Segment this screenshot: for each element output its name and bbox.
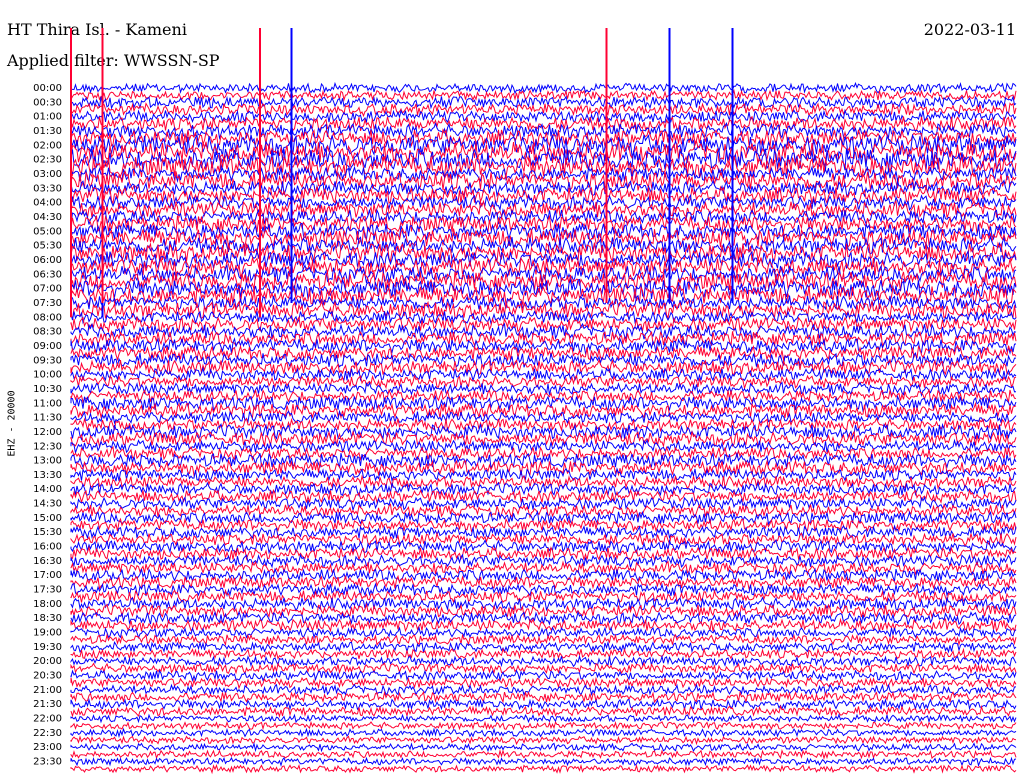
trace-0 <box>70 81 1017 95</box>
trace-78 <box>70 640 1017 654</box>
time-label: 17:30 <box>33 585 62 596</box>
seismogram-plot: 00:00 00:30 01:00 01:30 02:00 02:30 03:00 03:30… <box>33 28 1017 775</box>
time-label: 07:00 <box>33 284 62 295</box>
time-label: 18:00 <box>33 599 62 610</box>
time-label: 01:00 <box>33 112 62 123</box>
time-label: 22:30 <box>33 728 62 739</box>
time-label: 02:30 <box>33 155 62 166</box>
trace-77 <box>70 633 1017 647</box>
time-label: 20:00 <box>33 656 62 667</box>
trace-64 <box>70 538 1017 555</box>
time-label: 03:30 <box>33 183 62 194</box>
time-label: 06:30 <box>33 269 62 280</box>
trace-84 <box>70 683 1017 697</box>
trace-79 <box>70 647 1017 661</box>
time-label: 01:30 <box>33 126 62 137</box>
time-label: 12:30 <box>33 441 62 452</box>
time-label: 13:30 <box>33 470 62 481</box>
time-label: 09:00 <box>33 341 62 352</box>
time-label: 02:00 <box>33 140 62 151</box>
time-label: 07:30 <box>33 298 62 309</box>
time-label: 21:30 <box>33 699 62 710</box>
time-label: 14:00 <box>33 484 62 495</box>
time-label: 11:00 <box>33 398 62 409</box>
time-label: 15:00 <box>33 513 62 524</box>
time-label: 00:30 <box>33 97 62 108</box>
time-label: 14:30 <box>33 499 62 510</box>
time-label: 20:30 <box>33 671 62 682</box>
trace-1 <box>70 89 1017 102</box>
time-label: 19:30 <box>33 642 62 653</box>
time-label: 13:00 <box>33 456 62 467</box>
trace-70 <box>70 582 1017 598</box>
time-label: 11:30 <box>33 413 62 424</box>
trace-90 <box>70 727 1017 739</box>
trace-47 <box>70 417 1017 433</box>
time-label: 12:00 <box>33 427 62 438</box>
time-label: 10:30 <box>33 384 62 395</box>
time-label: 08:00 <box>33 312 62 323</box>
trace-95 <box>70 763 1017 775</box>
trace-41 <box>70 374 1017 391</box>
time-label: 17:00 <box>33 570 62 581</box>
time-label-layer: 00:00 00:30 01:00 01:30 02:00 02:30 03:00 03:30… <box>33 83 62 768</box>
time-label: 18:30 <box>33 613 62 624</box>
time-label: 05:00 <box>33 226 62 237</box>
trace-85 <box>70 690 1017 704</box>
time-label: 10:00 <box>33 370 62 381</box>
trace-89 <box>70 720 1017 731</box>
time-label: 16:30 <box>33 556 62 567</box>
trace-88 <box>70 713 1017 724</box>
trace-83 <box>70 676 1017 690</box>
trace-layer <box>70 81 1017 775</box>
time-label: 05:30 <box>33 241 62 252</box>
time-label: 21:00 <box>33 685 62 696</box>
trace-63 <box>70 531 1017 548</box>
time-label: 23:30 <box>33 757 62 768</box>
time-label: 23:00 <box>33 742 62 753</box>
time-label: 19:00 <box>33 628 62 639</box>
trace-93 <box>70 749 1017 760</box>
trace-57 <box>70 488 1017 505</box>
time-label: 15:30 <box>33 527 62 538</box>
time-label: 08:30 <box>33 327 62 338</box>
time-label: 16:00 <box>33 542 62 553</box>
trace-2 <box>70 95 1017 110</box>
trace-91 <box>70 735 1017 746</box>
time-label: 06:00 <box>33 255 62 266</box>
trace-73 <box>70 602 1017 619</box>
time-label: 04:30 <box>33 212 62 223</box>
trace-76 <box>70 626 1017 640</box>
time-label: 03:00 <box>33 169 62 180</box>
time-label: 22:00 <box>33 714 62 725</box>
trace-40 <box>70 366 1017 383</box>
trace-92 <box>70 742 1017 753</box>
trace-94 <box>70 756 1017 768</box>
trace-62 <box>70 524 1017 540</box>
trace-82 <box>70 669 1017 682</box>
time-label: 00:00 <box>33 83 62 94</box>
time-label: 09:30 <box>33 355 62 366</box>
time-label: 04:00 <box>33 198 62 209</box>
